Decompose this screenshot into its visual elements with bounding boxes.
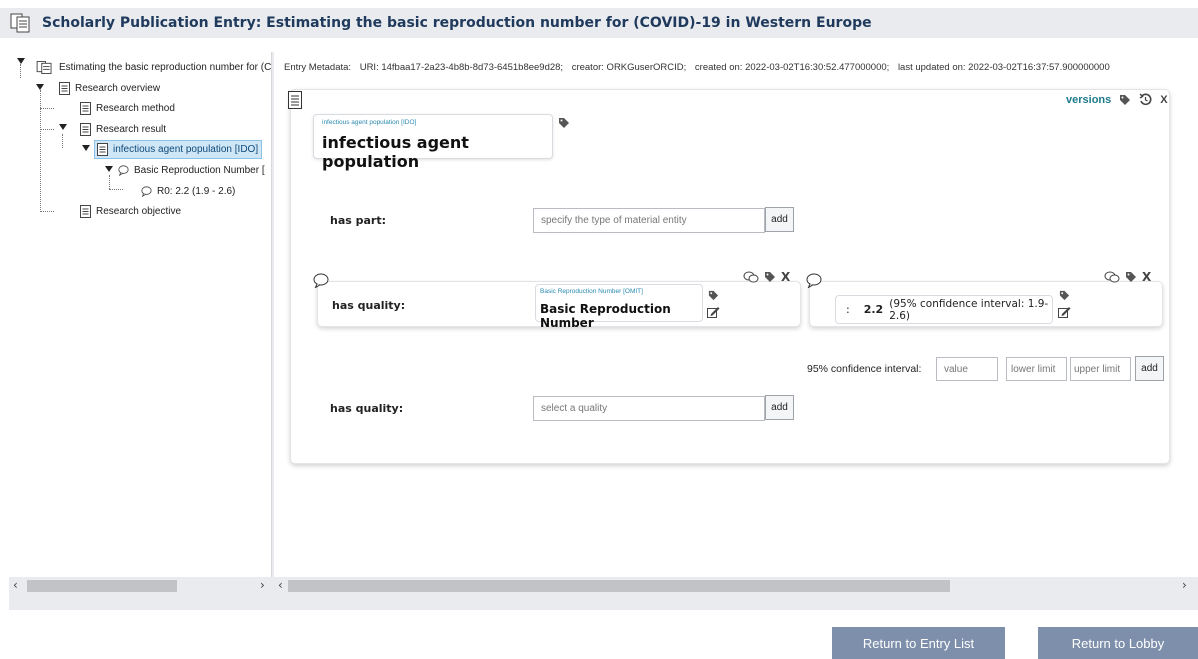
- card-top-actions: versions X: [1066, 93, 1168, 106]
- tree-node-label: Research result: [96, 123, 167, 135]
- ci-label: 95% confidence interval:: [807, 363, 922, 375]
- ci-value-input[interactable]: value: [936, 357, 998, 381]
- metadata-uri: URI: 14fbaa17-2a23-4b8b-8d73-6451b8ee9d2…: [359, 62, 564, 73]
- scrollbar-thumb[interactable]: [288, 580, 950, 592]
- scroll-right-arrow[interactable]: ›: [260, 578, 265, 592]
- tree-node-label: Basic Reproduction Number [: [134, 164, 265, 176]
- document-icon: [80, 101, 91, 115]
- tree-node-publication[interactable]: Estimating the basic reproduction number…: [36, 59, 271, 75]
- tag-icon[interactable]: [1059, 290, 1070, 301]
- publication-document-icon: [10, 13, 30, 33]
- entry-metadata: Entry Metadata: URI: 14fbaa17-2a23-4b8b-…: [284, 62, 1116, 73]
- ci-add-button[interactable]: add: [1135, 356, 1164, 381]
- scroll-right-arrow[interactable]: ›: [1182, 578, 1187, 592]
- comments-icon[interactable]: [1104, 271, 1120, 284]
- publication-icon: [36, 60, 52, 74]
- value-box[interactable]: : 2.2 (95% confidence interval: 1.9-2.6): [835, 295, 1053, 324]
- resource-document-icon: [288, 91, 302, 109]
- tree-node-r0-value[interactable]: R0: 2.2 (1.9 - 2.6): [141, 183, 235, 199]
- tag-icon[interactable]: [708, 290, 719, 301]
- comments-icon[interactable]: [743, 271, 759, 284]
- has-part-add-button[interactable]: add: [765, 207, 794, 232]
- close-value-button[interactable]: X: [1142, 270, 1151, 284]
- versions-link[interactable]: versions: [1066, 94, 1111, 106]
- return-to-entry-list-button[interactable]: Return to Entry List: [832, 627, 1005, 659]
- resource-name-box[interactable]: infectious agent population [IDO] infect…: [313, 114, 553, 171]
- scroll-left-arrow[interactable]: ‹: [13, 578, 18, 592]
- edit-icon[interactable]: [707, 306, 720, 318]
- select-quality-input[interactable]: select a quality: [533, 396, 765, 421]
- tree-node-label: Research method: [96, 102, 175, 114]
- comment-icon: [118, 164, 129, 176]
- scroll-left-arrow[interactable]: ‹: [278, 578, 283, 592]
- ci-upper-input[interactable]: upper limit: [1070, 357, 1131, 381]
- page-title: Scholarly Publication Entry: Estimating …: [42, 15, 872, 31]
- quality-type-label: Basic Reproduction Number [OMIT]: [540, 288, 643, 295]
- tree-node-label: Estimating the basic reproduction number…: [59, 61, 272, 73]
- comment-icon: [141, 185, 152, 197]
- return-to-lobby-button[interactable]: Return to Lobby: [1038, 627, 1198, 659]
- quality-name: Basic Reproduction Number: [540, 302, 671, 330]
- tree-node-label: R0: 2.2 (1.9 - 2.6): [157, 185, 236, 197]
- tag-icon[interactable]: [764, 271, 776, 283]
- quality-card-actions: X: [743, 270, 790, 284]
- resource-name: infectious agent population: [322, 133, 469, 171]
- tree-node-infectious-agent[interactable]: infectious agent population [IDO]: [94, 140, 263, 159]
- tree-node-label: Research overview: [75, 82, 161, 94]
- ci-lower-input[interactable]: lower limit: [1006, 357, 1067, 381]
- scrollbar-thumb[interactable]: [27, 580, 177, 592]
- has-quality-add-button[interactable]: add: [765, 395, 794, 420]
- has-quality-label: has quality:: [330, 402, 404, 415]
- comment-icon[interactable]: [313, 273, 329, 288]
- tag-icon[interactable]: [1119, 94, 1131, 106]
- has-part-label: has part:: [330, 214, 387, 227]
- close-quality-button[interactable]: X: [781, 270, 790, 284]
- tree-node-label: Research objective: [96, 205, 182, 217]
- metadata-updated: last updated on: 2022-03-02T16:37:57.900…: [897, 62, 1110, 73]
- document-icon: [80, 204, 91, 218]
- tree-node-basic-reproduction-number[interactable]: Basic Reproduction Number [: [118, 162, 265, 178]
- metadata-creator: creator: ORKGuserORCID;: [571, 62, 687, 73]
- quality-name-box[interactable]: Basic Reproduction Number [OMIT] Basic R…: [535, 284, 703, 330]
- value-main: 2.2: [863, 303, 884, 316]
- close-card-button[interactable]: X: [1160, 94, 1167, 106]
- edit-icon[interactable]: [1058, 306, 1071, 318]
- metadata-label: Entry Metadata:: [284, 62, 352, 73]
- tree-node-research-method[interactable]: Research method: [80, 100, 175, 116]
- tree-node-label: infectious agent population [IDO]: [113, 144, 259, 155]
- tree-node-research-result[interactable]: Research result: [80, 121, 166, 137]
- value-ci: (95% confidence interval: 1.9-2.6): [889, 297, 1049, 322]
- metadata-created: created on: 2022-03-02T16:30:52.47700000…: [694, 62, 890, 73]
- tree-horizontal-scrollbar[interactable]: ‹ ›: [9, 577, 272, 595]
- document-icon: [59, 81, 70, 95]
- comment-icon[interactable]: [806, 273, 822, 288]
- tree-node-research-objective[interactable]: Research objective: [80, 203, 181, 219]
- resource-type-label: infectious agent population [IDO]: [322, 119, 417, 126]
- has-quality-label: has quality:: [332, 299, 406, 312]
- tag-icon[interactable]: [558, 117, 570, 129]
- has-part-input[interactable]: specify the type of material entity: [533, 208, 765, 233]
- page-header: Scholarly Publication Entry: Estimating …: [0, 8, 1198, 38]
- value-colon: :: [846, 303, 850, 316]
- history-icon[interactable]: [1139, 93, 1152, 106]
- document-icon: [80, 122, 91, 136]
- content-horizontal-scrollbar[interactable]: ‹ ›: [274, 577, 1198, 595]
- tag-icon[interactable]: [1125, 271, 1137, 283]
- value-card-actions: X: [1104, 270, 1151, 284]
- document-icon: [97, 143, 108, 156]
- tree-node-research-overview[interactable]: Research overview: [59, 80, 160, 96]
